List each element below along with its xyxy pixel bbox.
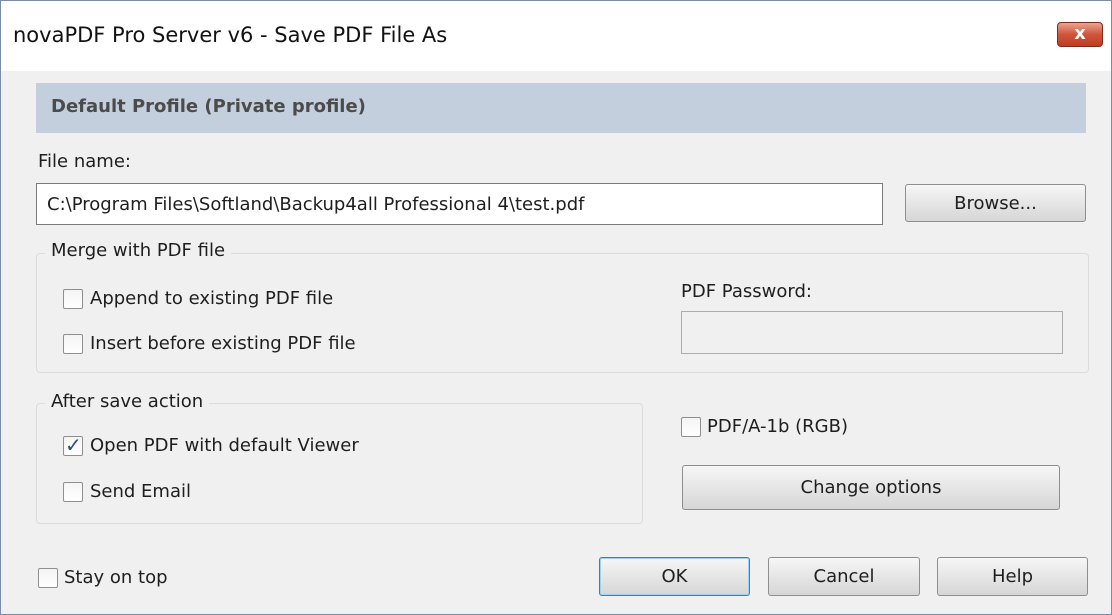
after-save-group [36,403,643,524]
insert-label[interactable]: Insert before existing PDF file [90,333,356,354]
title-bar: novaPDF Pro Server v6 - Save PDF File As… [1,1,1111,71]
file-name-input[interactable] [37,184,882,224]
stay-on-top-label[interactable]: Stay on top [64,567,168,588]
close-icon: x [1074,23,1086,44]
file-name-label: File name: [38,151,131,172]
open-pdf-label[interactable]: Open PDF with default Viewer [90,435,359,456]
checkmark-icon: ✓ [65,433,82,457]
pdf-password-label: PDF Password: [681,281,812,302]
change-options-button[interactable]: Change options [682,465,1060,510]
ok-button[interactable]: OK [599,557,750,596]
profile-name: Default Profile (Private profile) [51,96,366,117]
profile-banner: Default Profile (Private profile) [36,83,1086,133]
window-title: novaPDF Pro Server v6 - Save PDF File As [13,23,448,47]
pdfa-label[interactable]: PDF/A-1b (RGB) [707,416,848,437]
file-name-field[interactable] [36,183,883,225]
pdf-password-field [681,311,1063,354]
merge-group-title: Merge with PDF file [45,240,232,261]
open-pdf-checkbox[interactable]: ✓ [63,433,83,457]
append-checkbox[interactable] [63,289,83,309]
browse-button[interactable]: Browse... [905,184,1086,222]
pdfa-checkbox[interactable] [681,417,701,437]
append-label[interactable]: Append to existing PDF file [90,288,333,309]
help-button[interactable]: Help [937,557,1088,596]
stay-on-top-checkbox[interactable] [38,568,58,588]
insert-checkbox[interactable] [63,334,83,354]
cancel-button[interactable]: Cancel [768,557,920,596]
send-email-label[interactable]: Send Email [90,481,191,502]
send-email-checkbox[interactable] [63,482,83,502]
after-save-group-title: After save action [45,391,210,412]
close-button[interactable]: x [1057,22,1103,47]
save-pdf-dialog: novaPDF Pro Server v6 - Save PDF File As… [0,0,1112,615]
